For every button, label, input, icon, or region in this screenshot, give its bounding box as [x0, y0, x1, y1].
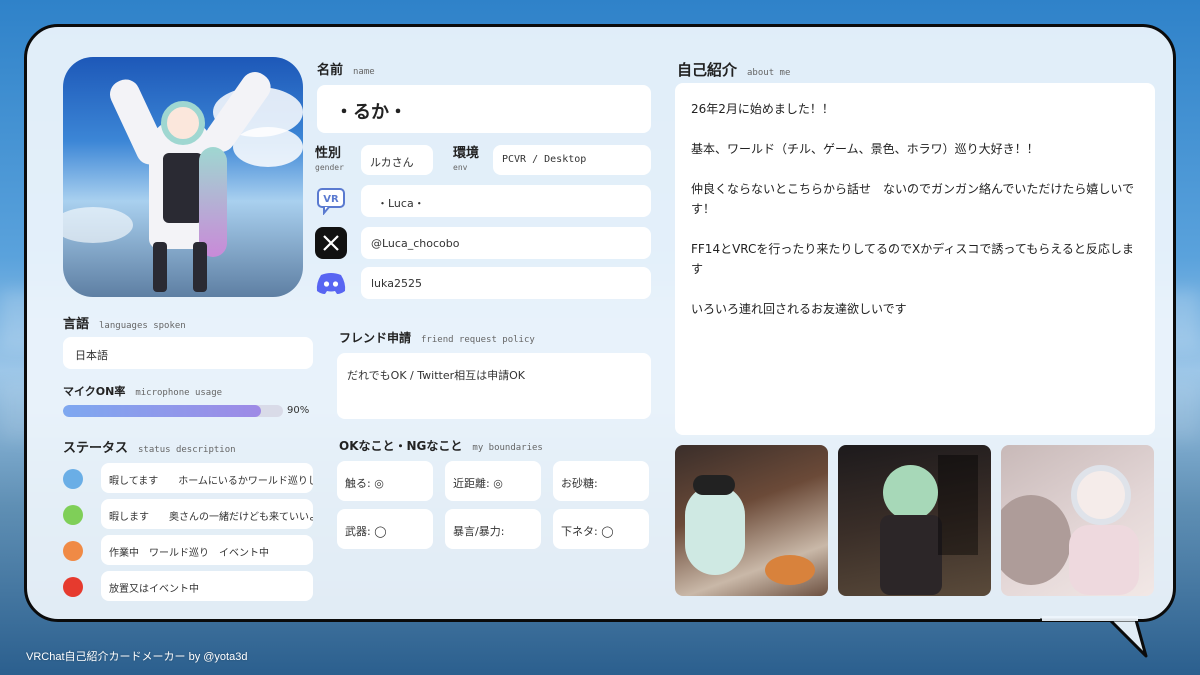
- name-field: ・るか・: [317, 85, 651, 133]
- boundary-item: 近距離: ◎: [445, 461, 541, 501]
- mic-label: マイクON率 microphone usage: [63, 385, 223, 398]
- vrchat-name-field: ・Luca・: [361, 185, 651, 217]
- status-text: 暇します 奥さんの一緒だけども来ていいよ: [109, 512, 313, 523]
- boundary-item: 触る: ◎: [337, 461, 433, 501]
- languages-field: 日本語: [63, 337, 313, 369]
- about-text-box: 26年2月に始めました！！ 基本、ワールド（チル、ゲーム、景色、ホラワ）巡り大好き…: [675, 83, 1155, 435]
- speech-bubble-tail: [1040, 616, 1148, 658]
- env-label: 環境 env: [453, 146, 480, 173]
- status-text: 作業中 ワールド巡り イベント中: [109, 548, 269, 559]
- languages-label: 言語 languages spoken: [63, 317, 186, 332]
- mic-usage-fill: [63, 405, 261, 417]
- x-handle-field: @Luca_chocobo: [361, 227, 651, 259]
- status-item: 放置又はイベント中: [101, 571, 313, 601]
- discord-logo-icon: [315, 267, 347, 299]
- status-color-dot: [63, 577, 83, 597]
- mic-usage-bar: [63, 405, 283, 417]
- status-item: 暇します 奥さんの一緒だけども来ていいよ: [101, 499, 313, 529]
- vrchat-name: ・Luca・: [377, 197, 425, 210]
- discord-field: luka2525: [361, 267, 651, 299]
- avatar-photo: [63, 57, 303, 297]
- gallery-photo-3: [1001, 445, 1154, 596]
- vrchat-logo-icon: VR: [315, 185, 347, 217]
- boundary-text: 触る: ◎: [345, 477, 384, 490]
- boundary-item: お砂糖:: [553, 461, 649, 501]
- boundary-item: 武器: ◯: [337, 509, 433, 549]
- about-paragraph: 仲良くならないとこちらから話せ ないのでガンガン絡んでいただけたら嬉しいです！: [691, 182, 1135, 216]
- mic-percent: 90%: [287, 405, 310, 416]
- boundary-text: 下ネタ: ◯: [561, 525, 614, 538]
- x-handle: @Luca_chocobo: [371, 237, 460, 250]
- x-logo-icon: [315, 227, 347, 259]
- boundary-item: 暴言/暴力:: [445, 509, 541, 549]
- friend-request-label: フレンド申請 friend request policy: [339, 331, 535, 345]
- about-label: 自己紹介 about me: [677, 61, 791, 79]
- boundary-text: 武器: ◯: [345, 525, 387, 538]
- status-text: 暇してます ホームにいるかワールド巡りしてます: [109, 476, 313, 487]
- about-paragraph: いろいろ連れ回されるお友達欲しいです: [691, 302, 907, 316]
- env-field: PCVR / Desktop: [493, 145, 651, 175]
- boundary-text: お砂糖:: [561, 477, 598, 490]
- profile-card: 名前 name ・るか・ 性別 gender ルカさん 環境 env PCVR /…: [24, 24, 1176, 622]
- about-paragraph: 基本、ワールド（チル、ゲーム、景色、ホラワ）巡り大好き！！: [691, 142, 1039, 156]
- status-item: 作業中 ワールド巡り イベント中: [101, 535, 313, 565]
- svg-text:VR: VR: [323, 194, 339, 205]
- about-paragraph: FF14とVRCを行ったり来たりしてるのでXかディスコで誘ってもらえると反応しま…: [691, 242, 1134, 276]
- discord-name: luka2525: [371, 277, 422, 290]
- status-color-dot: [63, 505, 83, 525]
- env-value: PCVR / Desktop: [502, 154, 587, 165]
- boundary-text: 近距離: ◎: [453, 477, 503, 490]
- footer-credit: VRChat自己紹介カードメーカー by @yota3d: [26, 651, 248, 663]
- gender-label: 性別 gender: [315, 146, 344, 173]
- status-color-dot: [63, 469, 83, 489]
- boundary-text: 暴言/暴力:: [453, 525, 505, 538]
- status-label: ステータス status description: [63, 441, 236, 456]
- about-text: 26年2月に始めました！！ 基本、ワールド（チル、ゲーム、景色、ホラワ）巡り大好き…: [691, 99, 1139, 339]
- name-label: 名前 name: [317, 63, 375, 78]
- status-text: 放置又はイベント中: [109, 584, 199, 595]
- status-color-dot: [63, 541, 83, 561]
- about-paragraph: 26年2月に始めました！！: [691, 102, 834, 116]
- gallery-photo-2: [838, 445, 991, 596]
- gallery-photo-1: [675, 445, 828, 596]
- boundaries-label: OKなこと・NGなこと my boundaries: [339, 439, 543, 453]
- friend-request-field: だれでもOK / Twitter相互は申請OK: [337, 353, 651, 419]
- friend-request-value: だれでもOK / Twitter相互は申請OK: [347, 369, 525, 382]
- languages-value: 日本語: [75, 349, 108, 362]
- status-item: 暇してます ホームにいるかワールド巡りしてます: [101, 463, 313, 493]
- boundary-item: 下ネタ: ◯: [553, 509, 649, 549]
- gender-value: ルカさん: [370, 156, 414, 169]
- gender-field: ルカさん: [361, 145, 433, 175]
- name-value: ・るか・: [335, 102, 407, 123]
